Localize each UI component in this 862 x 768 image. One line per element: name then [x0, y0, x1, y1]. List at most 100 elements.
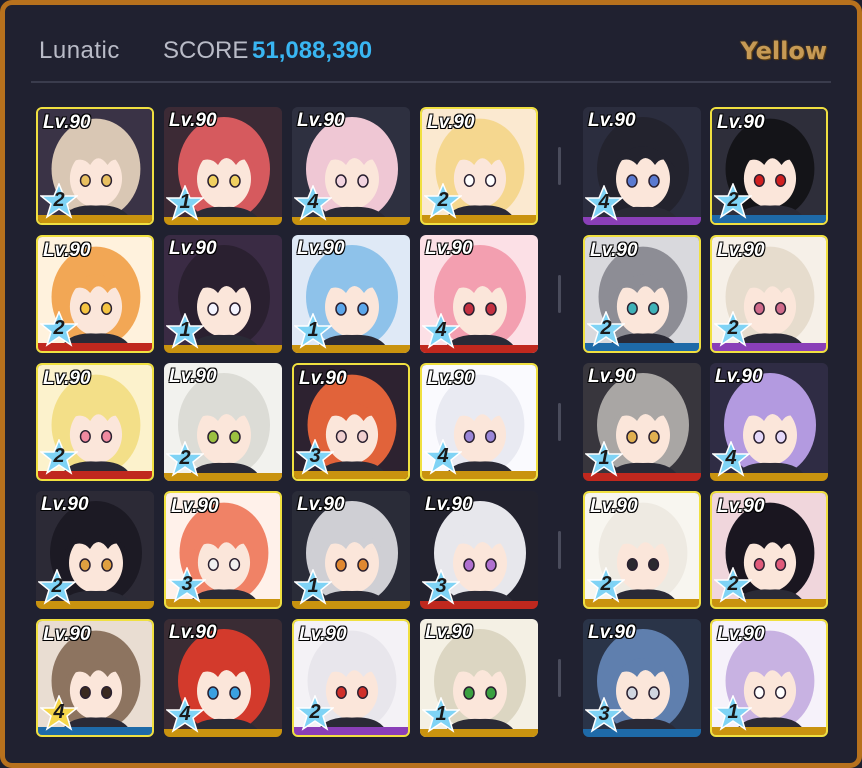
student-card[interactable]: Lv.90 3 — [420, 491, 538, 609]
student-card[interactable]: Lv.90 4 — [36, 619, 154, 737]
star-count: 1 — [598, 447, 610, 469]
star-icon: 4 — [166, 697, 204, 733]
student-card[interactable]: Lv.90 4 — [164, 619, 282, 737]
raid-result-panel: Lunatic SCORE 51,088,390 Yellow Lv.90 2 Lv… — [0, 0, 862, 768]
student-card[interactable]: Lv.90 3 — [292, 363, 410, 481]
star-icon: 2 — [296, 695, 334, 731]
star-count: 4 — [435, 319, 447, 341]
level-label: Lv.90 — [588, 366, 636, 387]
group-separator — [558, 659, 561, 697]
star-count: 2 — [179, 447, 191, 469]
star-icon: 4 — [294, 185, 332, 221]
group-separator — [558, 531, 561, 569]
student-card[interactable]: Lv.90 1 — [164, 107, 282, 225]
level-label: Lv.90 — [588, 110, 636, 131]
star-count: 2 — [600, 573, 612, 595]
star-icon: 3 — [168, 567, 206, 603]
star-icon: 2 — [40, 183, 78, 219]
student-card[interactable]: Lv.90 4 — [420, 363, 538, 481]
level-label: Lv.90 — [299, 368, 347, 389]
armor-type-label: Yellow — [740, 37, 827, 65]
star-icon: 1 — [714, 695, 752, 731]
star-icon: 2 — [166, 441, 204, 477]
level-label: Lv.90 — [297, 238, 345, 259]
star-count: 4 — [179, 703, 191, 725]
level-label: Lv.90 — [169, 110, 217, 131]
student-card[interactable]: Lv.90 2 — [583, 491, 701, 609]
star-count: 2 — [53, 445, 65, 467]
student-card[interactable]: Lv.90 3 — [164, 491, 282, 609]
level-label: Lv.90 — [427, 112, 475, 133]
student-card[interactable]: Lv.90 4 — [710, 363, 828, 481]
star-count: 4 — [307, 191, 319, 213]
star-count: 2 — [727, 189, 739, 211]
star-icon: 2 — [587, 311, 625, 347]
student-card[interactable]: Lv.90 2 — [36, 235, 154, 353]
student-card[interactable]: Lv.90 1 — [164, 235, 282, 353]
student-card[interactable]: Lv.90 4 — [583, 107, 701, 225]
star-count: 1 — [307, 319, 319, 341]
level-label: Lv.90 — [588, 622, 636, 643]
star-icon: 3 — [422, 569, 460, 605]
star-count: 3 — [598, 703, 610, 725]
student-card[interactable]: Lv.90 1 — [710, 619, 828, 737]
level-label: Lv.90 — [169, 238, 217, 259]
star-icon: 4 — [422, 313, 460, 349]
star-icon: 4 — [40, 695, 78, 731]
star-icon: 4 — [712, 441, 750, 477]
student-card[interactable]: Lv.90 1 — [420, 619, 538, 737]
star-icon: 4 — [585, 185, 623, 221]
student-card[interactable]: Lv.90 2 — [36, 107, 154, 225]
star-count: 3 — [435, 575, 447, 597]
level-label: Lv.90 — [169, 622, 217, 643]
star-count: 1 — [307, 575, 319, 597]
star-icon: 4 — [424, 439, 462, 475]
star-count: 2 — [53, 317, 65, 339]
star-icon: 2 — [714, 567, 752, 603]
student-card[interactable]: Lv.90 2 — [710, 107, 828, 225]
star-count: 2 — [51, 575, 63, 597]
student-card[interactable]: Lv.90 1 — [292, 491, 410, 609]
student-card[interactable]: Lv.90 3 — [583, 619, 701, 737]
star-count: 4 — [598, 191, 610, 213]
star-icon: 1 — [166, 185, 204, 221]
student-card[interactable]: Lv.90 1 — [292, 235, 410, 353]
student-card[interactable]: Lv.90 2 — [710, 235, 828, 353]
student-card[interactable]: Lv.90 2 — [710, 491, 828, 609]
level-label: Lv.90 — [43, 368, 91, 389]
student-card[interactable]: Lv.90 2 — [420, 107, 538, 225]
star-icon: 2 — [714, 183, 752, 219]
student-card[interactable]: Lv.90 2 — [292, 619, 410, 737]
level-label: Lv.90 — [425, 238, 473, 259]
level-label: Lv.90 — [299, 624, 347, 645]
student-card[interactable]: Lv.90 2 — [36, 491, 154, 609]
student-card[interactable]: Lv.90 2 — [36, 363, 154, 481]
star-icon: 1 — [294, 569, 332, 605]
star-icon: 1 — [585, 441, 623, 477]
star-count: 2 — [600, 317, 612, 339]
score-label: SCORE — [163, 37, 249, 64]
star-icon: 2 — [40, 439, 78, 475]
star-count: 1 — [435, 703, 447, 725]
star-icon: 1 — [422, 697, 460, 733]
level-label: Lv.90 — [43, 240, 91, 261]
level-label: Lv.90 — [297, 494, 345, 515]
star-icon: 2 — [714, 311, 752, 347]
star-count: 3 — [181, 573, 193, 595]
student-card[interactable]: Lv.90 1 — [583, 363, 701, 481]
star-count: 4 — [437, 445, 449, 467]
star-icon: 2 — [587, 567, 625, 603]
student-card[interactable]: Lv.90 4 — [420, 235, 538, 353]
star-count: 2 — [437, 189, 449, 211]
level-label: Lv.90 — [297, 110, 345, 131]
difficulty-label: Lunatic — [39, 37, 120, 64]
student-card[interactable]: Lv.90 4 — [292, 107, 410, 225]
star-count: 4 — [725, 447, 737, 469]
level-label: Lv.90 — [425, 494, 473, 515]
level-label: Lv.90 — [590, 496, 638, 517]
result-header: Lunatic SCORE 51,088,390 Yellow — [5, 5, 857, 85]
student-card[interactable]: Lv.90 2 — [583, 235, 701, 353]
level-label: Lv.90 — [425, 622, 473, 643]
student-card[interactable]: Lv.90 2 — [164, 363, 282, 481]
star-icon: 3 — [585, 697, 623, 733]
